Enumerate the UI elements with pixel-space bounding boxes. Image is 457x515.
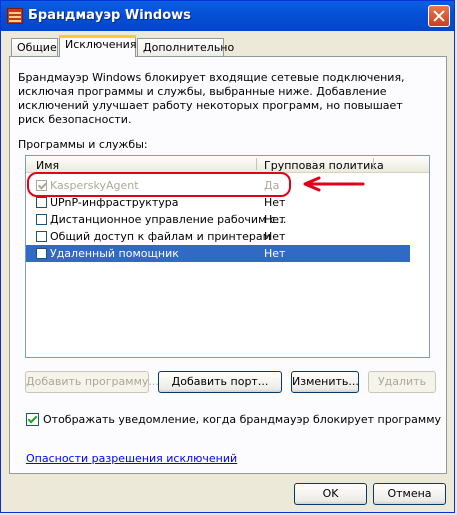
firewall-window: Брандмауэр Windows Общие Исключения Допо… xyxy=(0,0,455,513)
notify-checkbox[interactable] xyxy=(26,413,39,426)
item-name: UPnP-инфраструктура xyxy=(50,196,179,209)
notify-label[interactable]: Отображать уведомление, когда брандмауэр… xyxy=(43,413,441,426)
column-separator[interactable] xyxy=(256,158,257,170)
edit-button[interactable]: Изменить... xyxy=(291,371,359,393)
item-policy: Нет xyxy=(264,213,286,226)
tab-advanced[interactable]: Дополнительно xyxy=(137,38,234,57)
programs-label: Программы и службы: xyxy=(18,138,148,151)
tab-exceptions-label: Исключения xyxy=(65,38,137,51)
risks-link[interactable]: Опасности разрешения исключений xyxy=(26,452,237,465)
annotation-ellipse xyxy=(27,172,291,197)
column-separator[interactable] xyxy=(373,158,374,170)
tab-general-label: Общие xyxy=(17,41,57,54)
add-port-button[interactable]: Добавить порт... xyxy=(158,371,282,393)
ok-button[interactable]: OK xyxy=(294,483,367,505)
item-name: Общий доступ к файлам и принтерам xyxy=(50,230,271,243)
list-item[interactable]: Общий доступ к файлам и принтерам Нет xyxy=(26,228,410,245)
checkbox-icon[interactable] xyxy=(36,214,47,225)
tab-exceptions[interactable]: Исключения xyxy=(59,35,136,57)
item-policy: Нет xyxy=(264,247,286,260)
delete-button[interactable]: Удалить xyxy=(368,371,436,393)
title-bar[interactable]: Брандмауэр Windows xyxy=(1,1,454,31)
item-name: Дистанционное управление рабочим с... xyxy=(50,213,287,226)
column-name[interactable]: Имя xyxy=(36,159,59,172)
list-item-selected[interactable]: Удаленный помощник Нет xyxy=(26,245,410,262)
checkbox-icon[interactable] xyxy=(36,231,47,242)
column-policy[interactable]: Групповая политика xyxy=(264,159,384,172)
list-item[interactable]: Дистанционное управление рабочим с... Не… xyxy=(26,211,410,228)
close-icon[interactable] xyxy=(428,5,450,27)
window-title: Брандмауэр Windows xyxy=(28,8,191,23)
tab-general[interactable]: Общие xyxy=(11,38,58,57)
add-program-button[interactable]: Добавить программу... xyxy=(25,371,159,393)
checkbox-icon[interactable] xyxy=(36,248,47,259)
arrow-annotation-icon xyxy=(303,176,365,192)
item-policy: Нет xyxy=(264,230,286,243)
firewall-icon xyxy=(7,8,23,24)
list-header: Имя Групповая политика xyxy=(26,156,429,173)
cancel-button[interactable]: Отмена xyxy=(373,483,446,505)
checkbox-icon[interactable] xyxy=(36,197,47,208)
item-name: Удаленный помощник xyxy=(50,247,179,260)
description-text: Брандмауэр Windows блокирует входящие се… xyxy=(18,71,405,126)
item-policy: Нет xyxy=(264,196,286,209)
tab-advanced-label: Дополнительно xyxy=(143,41,235,54)
